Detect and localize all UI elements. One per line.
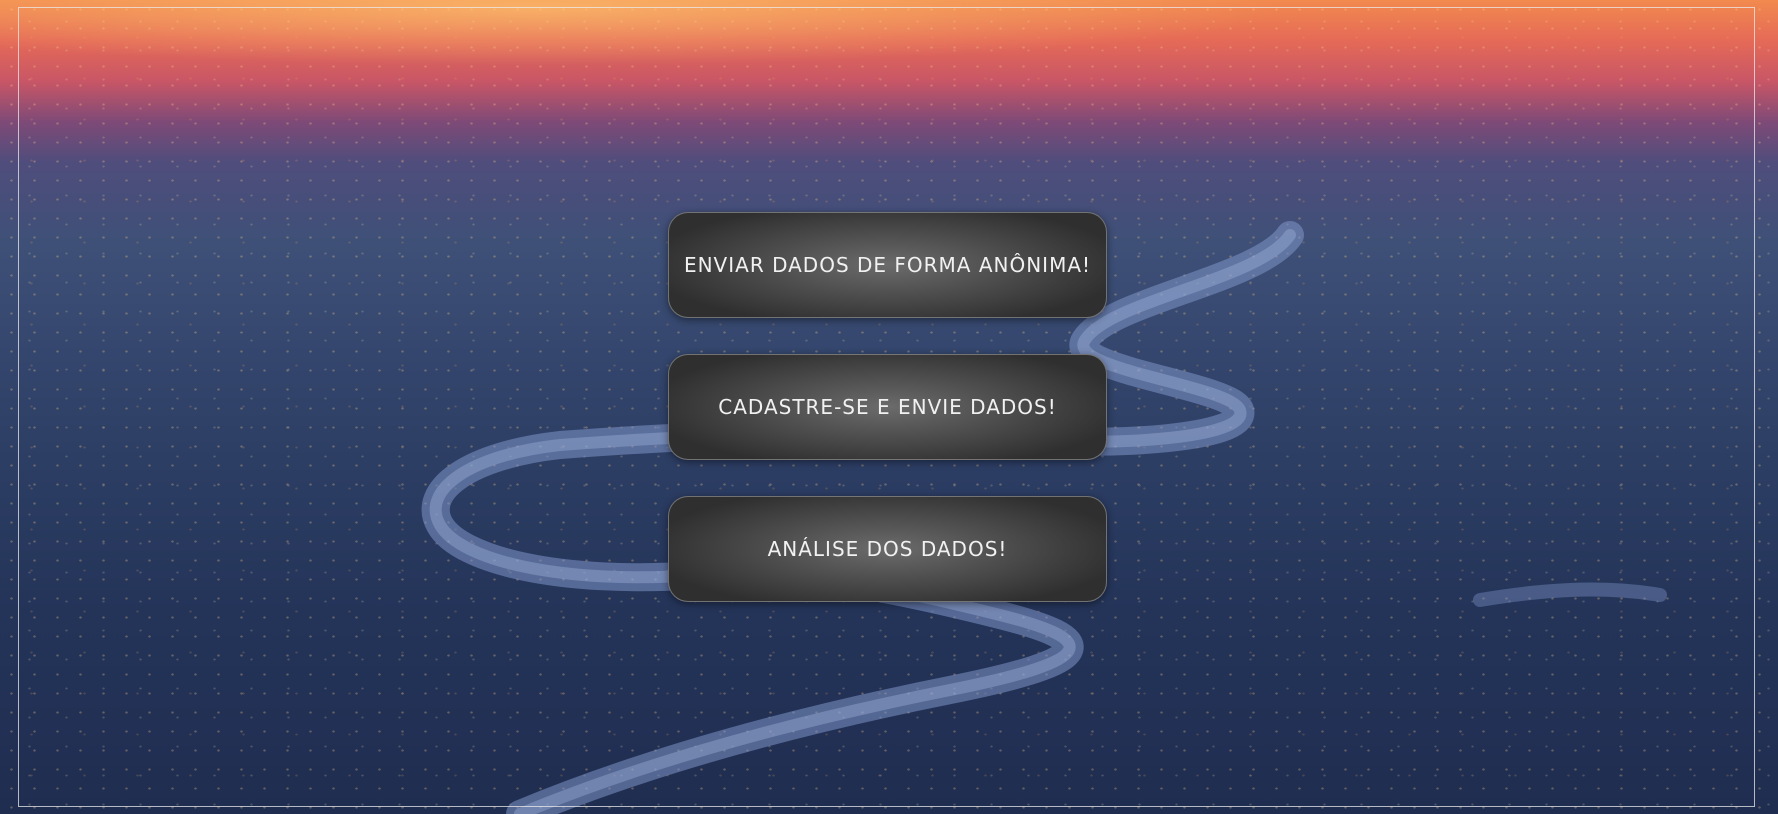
send-anonymous-data-button[interactable]: ENVIAR DADOS DE FORMA ANÔNIMA! [668, 212, 1107, 318]
data-analysis-button[interactable]: ANÁLISE DOS DADOS! [668, 496, 1107, 602]
register-and-send-button[interactable]: CADASTRE-SE E ENVIE DADOS! [668, 354, 1107, 460]
menu-button-group: ENVIAR DADOS DE FORMA ANÔNIMA! CADASTRE-… [668, 212, 1107, 638]
